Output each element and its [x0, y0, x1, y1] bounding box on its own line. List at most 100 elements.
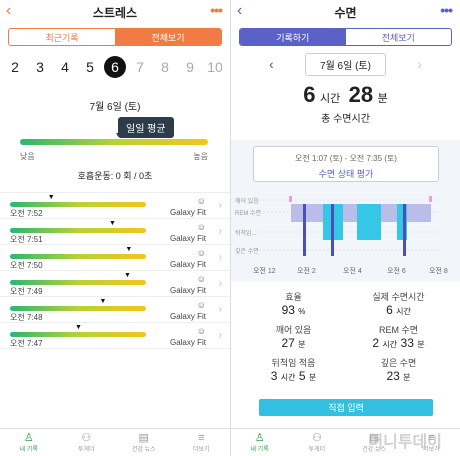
- deep-segment: [403, 204, 406, 256]
- stress-date: 7월 6일 (토): [89, 102, 141, 113]
- sleep-panel: ‹ 수면 ••• 기록하기 전체보기 ‹ 7월 6일 (토) › 6 시간 28…: [230, 0, 460, 456]
- chevron-right-icon: ›: [218, 278, 222, 289]
- record-device: Galaxy Fit: [169, 286, 206, 295]
- stat-deep-sleep: 깊은 수면 23 분: [380, 358, 417, 383]
- stat-efficiency: 효율 93 %: [281, 292, 306, 317]
- stress-level-bar: [10, 202, 146, 207]
- time-label: 오전 4: [343, 268, 362, 275]
- stress-level-bar: [10, 332, 146, 337]
- chevron-right-icon: ›: [218, 200, 222, 211]
- daily-average-tooltip: 일일 평균: [118, 117, 174, 138]
- date-navigator: ‹ 7월 6일 (토) ›: [231, 52, 460, 76]
- menu-icon: ≡: [198, 432, 205, 444]
- sleep-hours-unit: 시간: [319, 93, 341, 105]
- sleep-chart-area: 오전 1:07 (토) - 오전 7:35 (토) 수면 상태 평가 깨어 있음…: [231, 140, 460, 282]
- stress-marker-icon: ▼: [125, 246, 133, 253]
- group-icon: ⚇: [311, 432, 322, 444]
- day-item[interactable]: 5: [79, 56, 101, 78]
- time-label: 오전 12: [253, 268, 276, 275]
- daily-average-marker-icon: ▼: [114, 132, 122, 139]
- deep-segment: [331, 204, 334, 256]
- breathing-summary: 호흡운동: 0 회 / 0초: [77, 171, 153, 181]
- face-icon: ☺: [196, 248, 206, 258]
- stat-awake: 깨어 있음 27 분: [275, 325, 312, 350]
- watermark: 머니투데이: [368, 434, 442, 451]
- day-selector: 2 3 4 5 6 7 8 9 10: [0, 50, 230, 84]
- stress-marker-icon: ▼: [99, 298, 107, 305]
- sleep-minutes-unit: 분: [377, 93, 388, 105]
- face-icon: ☺: [196, 196, 206, 206]
- person-icon: ♙: [254, 432, 265, 444]
- stress-level-bar: [10, 254, 146, 259]
- nav-health-news[interactable]: ▤ 건강 뉴스: [115, 429, 173, 456]
- tab-recent[interactable]: 최근기록: [9, 29, 115, 45]
- stat-actual-sleep: 실제 수면시간 6 시간: [372, 292, 425, 317]
- day-item[interactable]: 10: [204, 56, 226, 78]
- news-icon: ▤: [138, 432, 149, 444]
- day-item[interactable]: 8: [154, 56, 176, 78]
- more-icon[interactable]: •••: [440, 2, 453, 18]
- stress-marker-icon: ▼: [47, 194, 55, 201]
- face-icon: ☺: [196, 222, 206, 232]
- nav-together[interactable]: ⚇ 투게더: [288, 429, 345, 456]
- total-sleep-display: 6 시간 28 분: [231, 82, 460, 108]
- day-item[interactable]: 3: [29, 56, 51, 78]
- tab-all[interactable]: 전체보기: [346, 29, 452, 45]
- chevron-right-icon: ›: [218, 226, 222, 237]
- stress-header: ‹ 스트레스 •••: [0, 0, 230, 24]
- time-label: 오전 2: [297, 268, 316, 275]
- nav-my-records[interactable]: ♙ 내 기록: [231, 429, 288, 456]
- stat-rem: REM 수면 2 시간 33 분: [372, 325, 425, 350]
- day-item[interactable]: 7: [129, 56, 151, 78]
- back-arrow-icon[interactable]: ‹: [237, 2, 242, 20]
- total-sleep-label: 총 수면시간: [321, 114, 370, 125]
- deep-segment: [303, 204, 306, 256]
- tab-record[interactable]: 기록하기: [240, 29, 346, 45]
- sleep-tab-switch: 기록하기 전체보기: [239, 28, 452, 46]
- stress-record-row[interactable]: ▼ 오전 7:47 ☺ Galaxy Fit ›: [0, 323, 230, 349]
- record-time: 오전 7:49: [10, 287, 43, 296]
- sleep-header: ‹ 수면 •••: [231, 0, 460, 24]
- day-item[interactable]: 4: [54, 56, 76, 78]
- record-device: Galaxy Fit: [169, 234, 206, 243]
- tab-all[interactable]: 전체보기: [115, 29, 221, 45]
- record-device: Galaxy Fit: [169, 338, 206, 347]
- day-item[interactable]: 2: [4, 56, 26, 78]
- awake-segment: [289, 196, 292, 202]
- time-label: 오전 8: [429, 268, 448, 275]
- chevron-right-icon: ›: [218, 304, 222, 315]
- daily-stress-gauge: [20, 139, 208, 145]
- stress-level-bar: [10, 280, 146, 285]
- stress-marker-icon: ▼: [109, 220, 116, 227]
- nav-more[interactable]: ≡ 더보기: [173, 429, 231, 456]
- light-segment: [357, 204, 381, 240]
- stress-record-row[interactable]: ▼ 오전 7:48 ☺ Galaxy Fit ›: [0, 297, 230, 323]
- sleep-stats: 효율 93 % 실제 수면시간 6 시간 깨어 있음 27 분 REM 수면 2…: [231, 284, 460, 389]
- back-arrow-icon[interactable]: ‹: [6, 2, 11, 20]
- stress-marker-icon: ▼: [123, 272, 131, 279]
- day-item[interactable]: 9: [179, 56, 201, 78]
- stress-tab-switch: 최근기록 전체보기: [8, 28, 222, 46]
- record-time: 오전 7:51: [10, 235, 43, 244]
- record-device: Galaxy Fit: [169, 312, 206, 321]
- stress-record-row[interactable]: ▼ 오전 7:49 ☺ Galaxy Fit ›: [0, 271, 230, 297]
- stress-record-row[interactable]: ▼ 오전 7:52 ☺ Galaxy Fit ›: [0, 193, 230, 219]
- prev-day-icon[interactable]: ‹: [269, 56, 274, 72]
- time-label: 오전 6: [387, 268, 406, 275]
- nav-together[interactable]: ⚇ 투게더: [58, 429, 116, 456]
- group-icon: ⚇: [81, 432, 92, 444]
- daily-average-section: 일일 평균 낮음 높음 ▼: [0, 117, 230, 169]
- day-item-selected[interactable]: 6: [104, 56, 126, 78]
- record-device: Galaxy Fit: [169, 260, 206, 269]
- sleep-minutes: 28: [348, 82, 374, 107]
- more-icon[interactable]: •••: [210, 2, 223, 18]
- nav-my-records[interactable]: ♙ 내 기록: [0, 429, 58, 456]
- manual-input-button[interactable]: 직접 입력: [259, 399, 433, 416]
- stress-title: 스트레스: [92, 5, 138, 20]
- stress-record-row[interactable]: ▼ 오전 7:50 ☺ Galaxy Fit ›: [0, 245, 230, 271]
- stress-record-row[interactable]: ▼ 오전 7:51 ☺ Galaxy Fit ›: [0, 219, 230, 245]
- next-day-icon[interactable]: ›: [417, 56, 422, 72]
- record-time: 오전 7:52: [10, 209, 43, 218]
- sleep-date[interactable]: 7월 6일 (토): [305, 52, 386, 76]
- sleep-hours: 6: [303, 82, 316, 107]
